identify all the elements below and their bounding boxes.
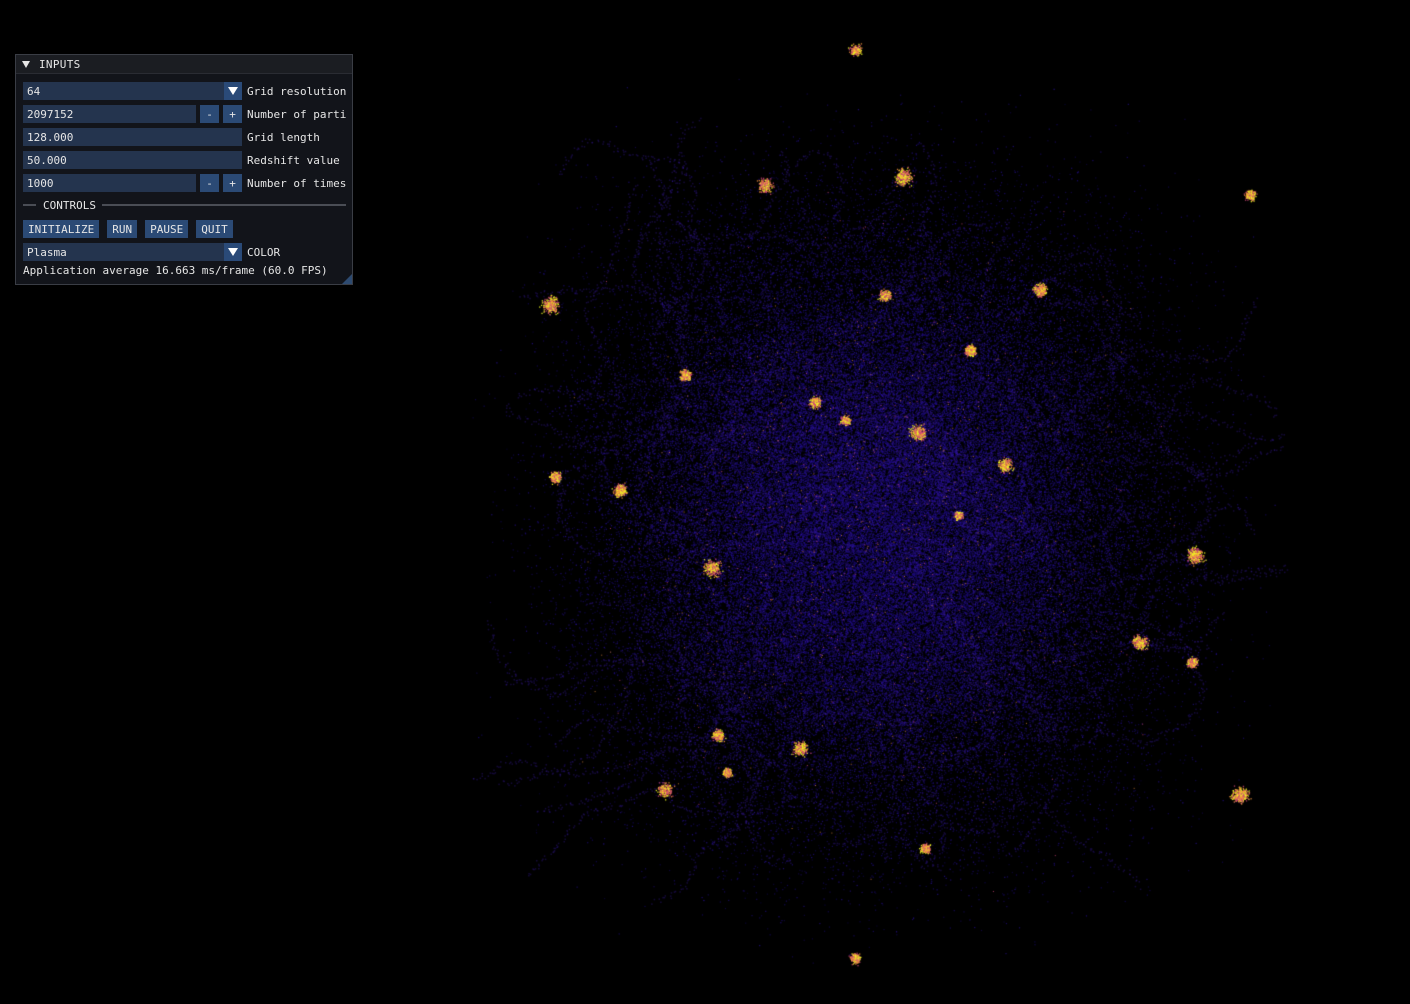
controls-separator: CONTROLS <box>23 198 346 212</box>
num-particles-row: 2097152 - + Number of parti <box>23 105 346 123</box>
num-particles-decrement-button[interactable]: - <box>200 105 219 123</box>
num-timesteps-input[interactable]: 1000 <box>23 174 196 192</box>
num-timesteps-row: 1000 - + Number of times <box>23 174 346 192</box>
resize-grip-icon[interactable] <box>342 274 352 284</box>
quit-button[interactable]: QUIT <box>196 220 233 238</box>
separator-line-left <box>23 204 36 206</box>
initialize-button[interactable]: INITIALIZE <box>23 220 100 238</box>
color-combo-arrow[interactable] <box>224 243 242 261</box>
grid-resolution-combo[interactable]: 64 <box>23 82 242 100</box>
grid-length-label: Grid length <box>247 130 320 144</box>
redshift-row: 50.000 Redshift value <box>23 151 340 169</box>
num-particles-label: Number of parti <box>247 107 347 121</box>
grid-length-input[interactable]: 128.000 <box>23 128 242 146</box>
color-label: COLOR <box>247 245 281 259</box>
separator-line-right <box>101 204 346 206</box>
color-combo[interactable]: Plasma <box>23 243 242 261</box>
num-timesteps-label: Number of times <box>247 176 347 190</box>
grid-length-row: 128.000 Grid length <box>23 128 320 146</box>
num-particles-input[interactable]: 2097152 <box>23 105 196 123</box>
grid-resolution-label: Grid resolution <box>247 84 347 98</box>
panel-titlebar[interactable]: INPUTS <box>16 55 352 74</box>
num-particles-increment-button[interactable]: + <box>223 105 242 123</box>
num-timesteps-increment-button[interactable]: + <box>223 174 242 192</box>
grid-resolution-arrow[interactable] <box>224 82 242 100</box>
controls-header: CONTROLS <box>43 198 96 212</box>
grid-resolution-row: 64 Grid resolution <box>23 82 346 100</box>
chevron-down-icon <box>228 87 238 95</box>
pause-button[interactable]: PAUSE <box>145 220 189 238</box>
panel-title: INPUTS <box>39 57 81 71</box>
redshift-label: Redshift value <box>247 153 340 167</box>
color-combo-value: Plasma <box>27 245 67 259</box>
redshift-input[interactable]: 50.000 <box>23 151 242 169</box>
run-button[interactable]: RUN <box>107 220 138 238</box>
color-row: Plasma COLOR <box>23 243 280 261</box>
chevron-down-icon <box>228 248 238 256</box>
collapse-triangle-icon[interactable] <box>22 60 30 68</box>
num-timesteps-decrement-button[interactable]: - <box>200 174 219 192</box>
grid-resolution-value: 64 <box>27 84 41 98</box>
inputs-panel[interactable]: INPUTS 64 Grid resolution 2097152 - + Nu… <box>15 54 353 285</box>
controls-button-row: INITIALIZE RUN PAUSE QUIT <box>23 220 241 238</box>
frame-stats: Application average 16.663 ms/frame (60.… <box>23 264 328 277</box>
